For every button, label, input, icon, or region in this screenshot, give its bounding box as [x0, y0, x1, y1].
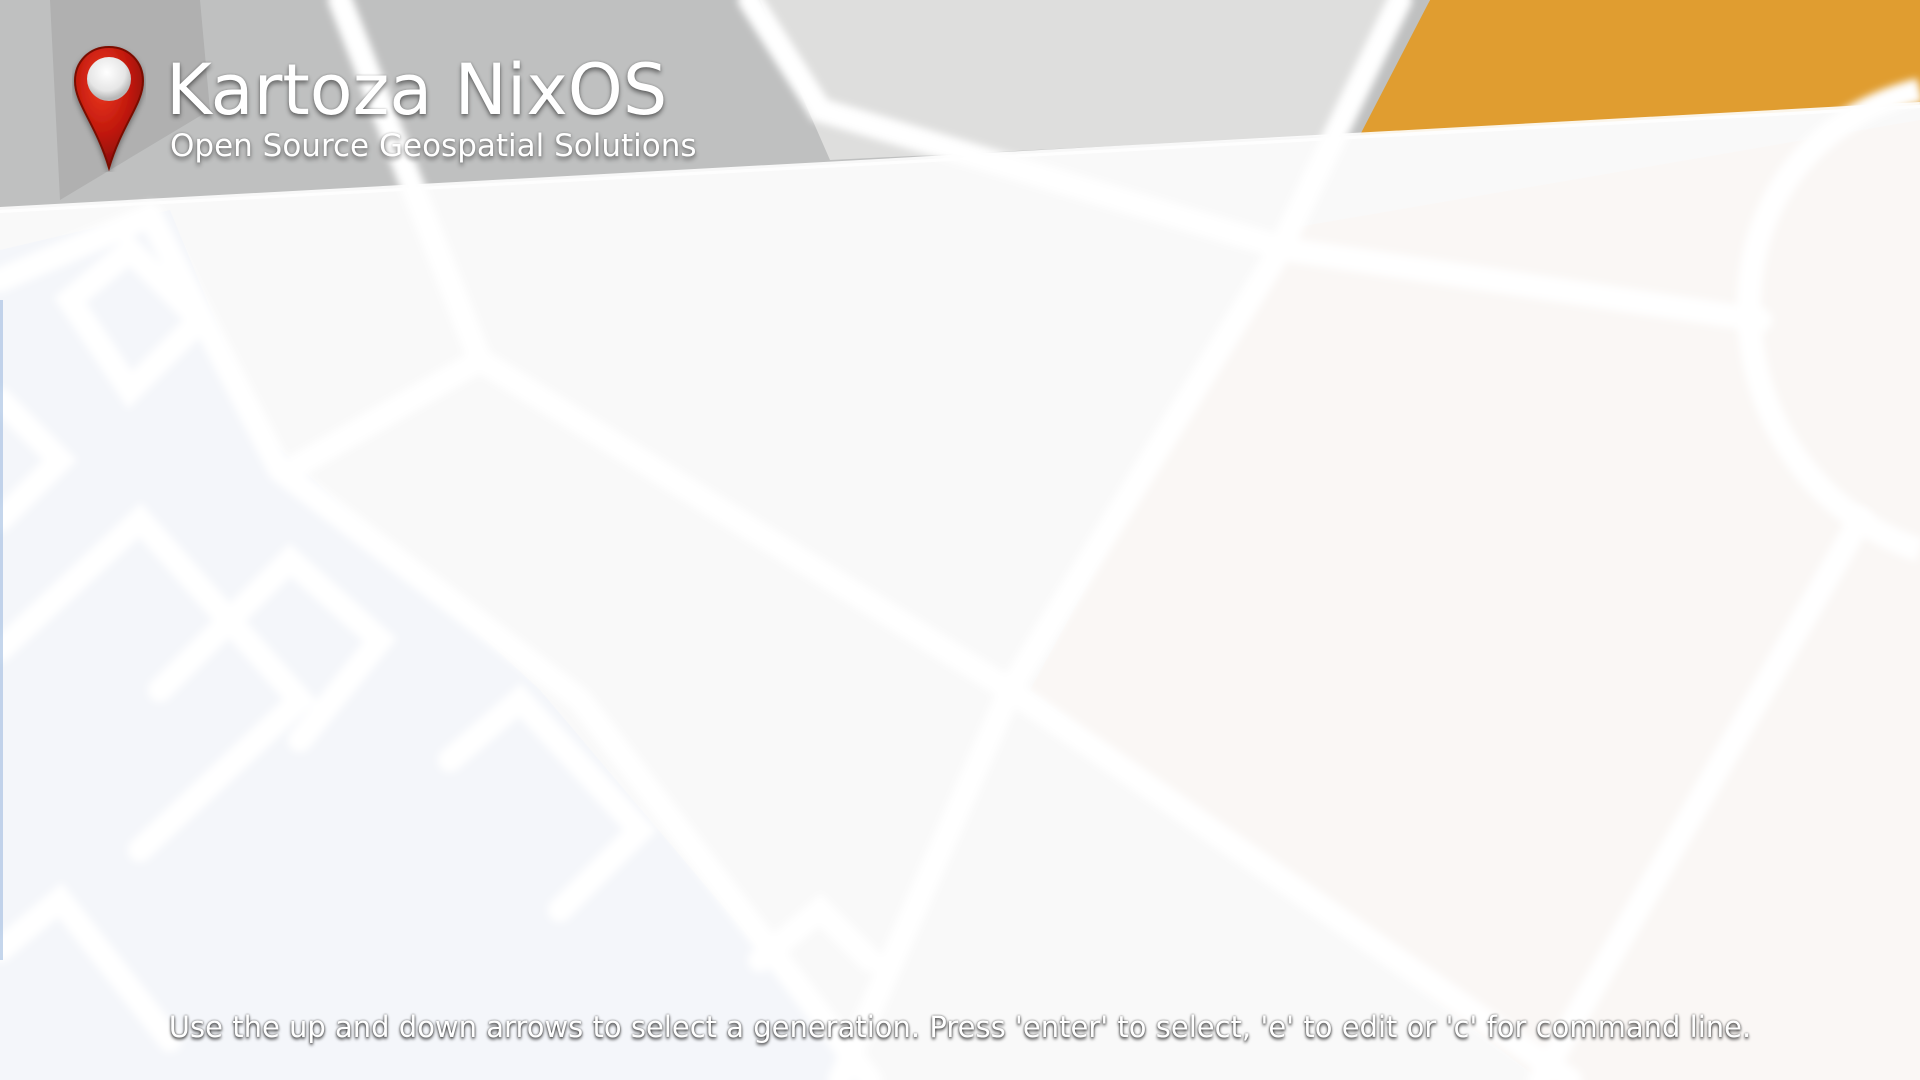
brand-subtitle: Open Source Geospatial Solutions — [170, 128, 697, 164]
map-pin-icon — [73, 45, 145, 172]
boot-menu-list[interactable] — [80, 230, 1780, 950]
help-text: Use the up and down arrows to select a g… — [168, 1010, 1752, 1044]
boot-screen: Kartoza NixOS Open Source Geospatial Sol… — [0, 0, 1920, 1080]
brand-title: Kartoza NixOS — [166, 49, 668, 131]
brand-header: Kartoza NixOS Open Source Geospatial Sol… — [166, 44, 697, 166]
